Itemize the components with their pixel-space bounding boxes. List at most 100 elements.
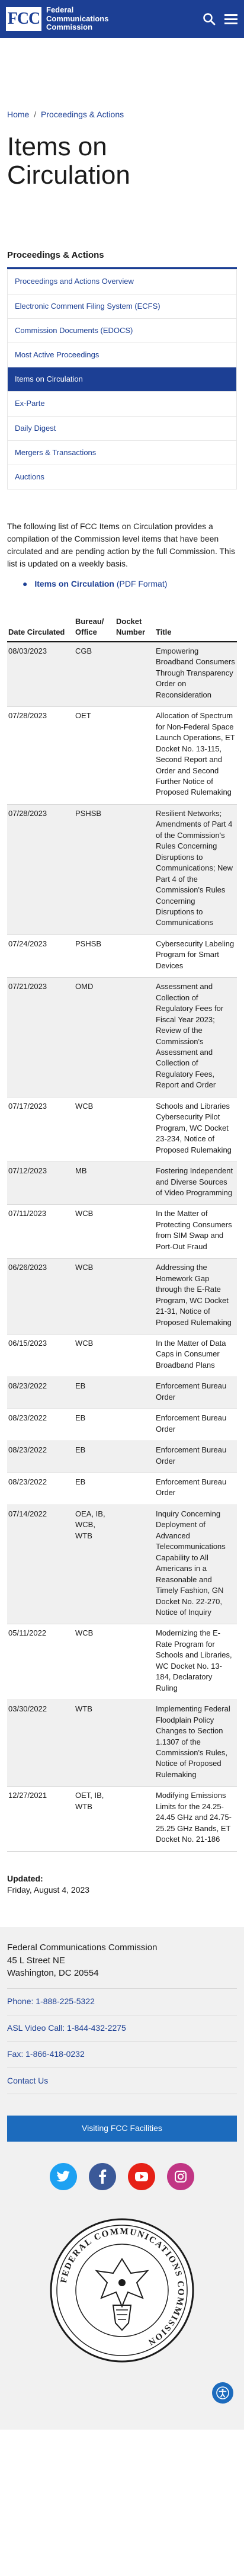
- nav-item-auctions[interactable]: Auctions: [7, 465, 237, 490]
- breadcrumb: Home / Proceedings & Actions: [0, 38, 244, 121]
- cell-docket-number: [115, 935, 155, 978]
- site-header: FCC Federal Communications Commission: [0, 0, 244, 38]
- nav-item-overview[interactable]: Proceedings and Actions Overview: [7, 269, 237, 295]
- cell-date-circulated: 05/11/2022: [7, 1624, 74, 1701]
- section-nav-title: Proceedings & Actions: [7, 249, 237, 270]
- cell-title: Schools and Libraries Cybersecurity Pilo…: [155, 1097, 237, 1163]
- cell-title: Enforcement Bureau Order: [155, 1377, 237, 1410]
- nav-item-most-active[interactable]: Most Active Proceedings: [7, 343, 237, 368]
- search-icon[interactable]: [203, 12, 216, 25]
- cell-date-circulated: 07/17/2023: [7, 1097, 74, 1163]
- updated-date: Friday, August 4, 2023: [7, 1885, 90, 1895]
- social-links: [7, 2163, 237, 2191]
- cell-docket-number: [115, 1786, 155, 1852]
- cell-docket-number: [115, 1700, 155, 1787]
- cell-date-circulated: 07/14/2022: [7, 1505, 74, 1625]
- nav-item-ex-parte[interactable]: Ex-Parte: [7, 392, 237, 417]
- nav-item-mergers[interactable]: Mergers & Transactions: [7, 440, 237, 465]
- footer-contact-link[interactable]: Contact Us: [7, 2068, 237, 2095]
- table-header-row: Date Circulated Bureau/ Office Docket Nu…: [7, 613, 237, 643]
- table-row: 03/30/2022 WTB Implementing Federal Floodp…: [7, 1700, 237, 1787]
- breadcrumb-separator: /: [34, 110, 37, 119]
- table-row: 06/15/2023 WCB In the Matter of Data Caps …: [7, 1334, 237, 1378]
- fcc-logo: FCC: [6, 7, 41, 31]
- cell-title: Resilient Networks; Amendments of Part 4…: [155, 804, 237, 935]
- breadcrumb-proceedings[interactable]: Proceedings & Actions: [41, 110, 124, 119]
- table-row: 08/23/2022 EB Enforcement Bureau Order: [7, 1441, 237, 1474]
- nav-item-daily-digest[interactable]: Daily Digest: [7, 416, 237, 441]
- facebook-icon[interactable]: [89, 2163, 116, 2191]
- cell-date-circulated: 08/23/2022: [7, 1377, 74, 1410]
- cell-date-circulated: 06/15/2023: [7, 1334, 74, 1378]
- cell-title: Inquiry Concerning Deployment of Advance…: [155, 1505, 237, 1625]
- cell-title: Empowering Broadband Consumers Through T…: [155, 642, 237, 708]
- cell-docket-number: [115, 1097, 155, 1163]
- cell-title: Implementing Federal Floodplain Policy C…: [155, 1700, 237, 1787]
- cell-date-circulated: 07/28/2023: [7, 706, 74, 805]
- table-row: 07/24/2023 PSHSB Cybersecurity Labeling Pr…: [7, 935, 237, 978]
- cell-bureau-office: WTB: [74, 1700, 115, 1787]
- twitter-icon[interactable]: [50, 2163, 77, 2191]
- cell-title: Assessment and Collection of Regulatory …: [155, 977, 237, 1097]
- cell-date-circulated: 07/11/2023: [7, 1204, 74, 1259]
- circulation-table: Date Circulated Bureau/ Office Docket Nu…: [7, 613, 237, 1852]
- breadcrumb-home[interactable]: Home: [7, 110, 29, 119]
- cell-docket-number: [115, 706, 155, 805]
- cell-title: Fostering Independent and Diverse Source…: [155, 1161, 237, 1205]
- table-row: 07/12/2023 MB Fostering Independent and Di…: [7, 1161, 237, 1205]
- table-row: 07/14/2022 OEA, IB, WCB, WTB Inquiry Conce…: [7, 1505, 237, 1625]
- nav-item-edocs[interactable]: Commission Documents (EDOCS): [7, 318, 237, 343]
- table-row: 06/26/2023 WCB Addressing the Homework Gap…: [7, 1258, 237, 1335]
- cell-title: In the Matter of Protecting Consumers fr…: [155, 1204, 237, 1259]
- pdf-format-label: (PDF Format): [116, 579, 168, 589]
- footer-phone-link[interactable]: Phone: 1-888-225-5322: [7, 1989, 237, 2015]
- section-nav: Proceedings & Actions Proceedings and Ac…: [7, 249, 237, 490]
- cell-bureau-office: OET: [74, 706, 115, 805]
- cell-date-circulated: 07/21/2023: [7, 977, 74, 1097]
- cell-date-circulated: 08/23/2022: [7, 1441, 74, 1474]
- cell-title: Allocation of Spectrum for Non-Federal S…: [155, 706, 237, 805]
- cell-bureau-office: EB: [74, 1377, 115, 1410]
- cell-bureau-office: EB: [74, 1473, 115, 1505]
- footer-asl-link[interactable]: ASL Video Call: 1-844-432-2275: [7, 2015, 237, 2042]
- cell-bureau-office: OMD: [74, 977, 115, 1097]
- nav-item-items-on-circulation[interactable]: Items on Circulation: [7, 367, 237, 392]
- cell-bureau-office: CGB: [74, 642, 115, 708]
- instagram-icon[interactable]: [167, 2163, 194, 2191]
- fcc-home-link[interactable]: FCC Federal Communications Commission: [6, 5, 109, 33]
- footer-address: Federal Communications Commission 45 L S…: [7, 1941, 237, 1989]
- cell-docket-number: [115, 1441, 155, 1474]
- cell-title: Enforcement Bureau Order: [155, 1473, 237, 1505]
- table-row: 07/21/2023 OMD Assessment and Collection o…: [7, 977, 237, 1097]
- cell-bureau-office: WCB: [74, 1258, 115, 1335]
- table-row: 12/27/2021 OET, IB, WTB Modifying Emission…: [7, 1786, 237, 1852]
- youtube-icon[interactable]: [128, 2163, 155, 2191]
- hamburger-menu-icon[interactable]: [224, 13, 238, 25]
- bullet-icon: ●: [23, 579, 28, 589]
- cell-date-circulated: 08/23/2022: [7, 1409, 74, 1442]
- table-row: 07/28/2023 PSHSB Resilient Networks; Amend…: [7, 804, 237, 935]
- cell-date-circulated: 03/30/2022: [7, 1700, 74, 1787]
- cell-docket-number: [115, 1334, 155, 1378]
- items-on-circulation-pdf-link[interactable]: Items on Circulation: [34, 579, 114, 588]
- visiting-fcc-facilities-button[interactable]: Visiting FCC Facilities: [7, 2116, 237, 2142]
- table-row: 05/11/2022 WCB Modernizing the E-Rate Prog…: [7, 1624, 237, 1701]
- table-row: 07/17/2023 WCB Schools and Libraries Cyber…: [7, 1097, 237, 1163]
- intro-paragraph: The following list of FCC Items on Circu…: [7, 521, 235, 569]
- last-updated: Updated: Friday, August 4, 2023: [7, 1873, 237, 1896]
- pdf-link-item: ● Items on Circulation (PDF Format): [23, 578, 237, 590]
- table-row: 08/23/2022 EB Enforcement Bureau Order: [7, 1473, 237, 1505]
- cell-bureau-office: WCB: [74, 1204, 115, 1259]
- nav-item-ecfs[interactable]: Electronic Comment Filing System (ECFS): [7, 294, 237, 319]
- footer-org-name: Federal Communications Commission: [7, 1942, 158, 1953]
- column-header-date: Date Circulated: [7, 613, 74, 643]
- cell-bureau-office: WCB: [74, 1334, 115, 1378]
- cell-title: Enforcement Bureau Order: [155, 1441, 237, 1474]
- cell-title: Addressing the Homework Gap through the …: [155, 1258, 237, 1335]
- cell-bureau-office: OET, IB, WTB: [74, 1786, 115, 1852]
- cell-docket-number: [115, 1258, 155, 1335]
- accessibility-icon[interactable]: [212, 2382, 233, 2404]
- brand-name: Federal Communications Commission: [46, 5, 109, 32]
- cell-title: In the Matter of Data Caps in Consumer B…: [155, 1334, 237, 1378]
- footer-fax-link[interactable]: Fax: 1-866-418-0232: [7, 2041, 237, 2068]
